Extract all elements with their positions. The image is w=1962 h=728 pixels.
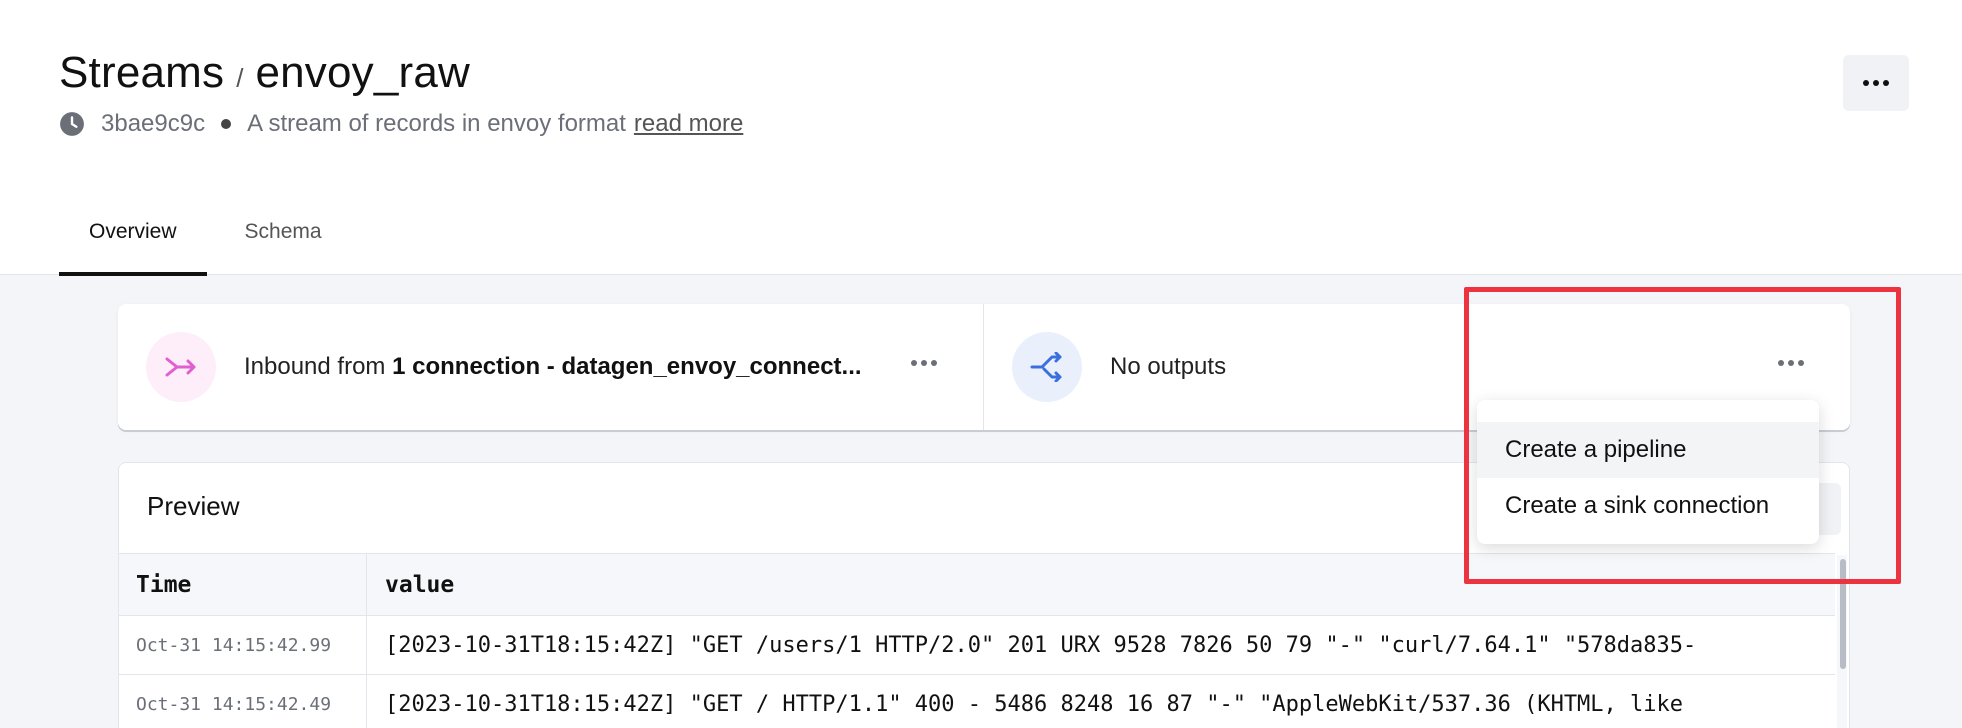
row-time: Oct-31 14:15:42.49	[119, 675, 367, 728]
tab-bar: Overview Schema	[59, 210, 352, 276]
more-actions-button[interactable]	[1843, 55, 1909, 111]
more-horizontal-icon	[1863, 80, 1889, 86]
row-value: [2023-10-31T18:15:42Z] "GET /users/1 HTT…	[385, 632, 1697, 658]
inbound-section: Inbound from 1 connection - datagen_envo…	[118, 304, 984, 430]
no-outputs-label: No outputs	[1110, 353, 1227, 380]
highlight-box	[1464, 287, 1901, 584]
column-header-time: Time	[119, 554, 367, 615]
breadcrumb-separator: /	[236, 63, 244, 93]
breadcrumb-streams-link[interactable]: Streams	[59, 48, 224, 98]
read-more-link[interactable]: read more	[634, 110, 743, 138]
clock-icon	[60, 112, 84, 136]
shuffle-icon	[1012, 332, 1082, 402]
row-time: Oct-31 14:15:42.99	[119, 616, 367, 674]
row-value: [2023-10-31T18:15:42Z] "GET / HTTP/1.1" …	[385, 691, 1684, 717]
breadcrumb: Streams / envoy_raw	[59, 48, 470, 98]
inbound-prefix: Inbound from	[244, 353, 386, 380]
stream-description: A stream of records in envoy format	[247, 110, 626, 137]
table-row[interactable]: Oct-31 14:15:42.49 [2023-10-31T18:15:42Z…	[119, 674, 1835, 728]
stream-meta: 3bae9c9c A stream of records in envoy fo…	[59, 110, 743, 138]
merge-arrow-icon	[146, 332, 216, 402]
tab-overview[interactable]: Overview	[59, 210, 207, 276]
separator-dot	[221, 119, 232, 129]
inbound-connection-link[interactable]: 1 connection - datagen_envoy_connect...	[392, 353, 861, 380]
page-header: Streams / envoy_raw 3bae9c9c A stream of…	[0, 0, 1962, 276]
preview-title: Preview	[147, 491, 240, 521]
tab-schema[interactable]: Schema	[207, 210, 352, 275]
inbound-text: Inbound from 1 connection - datagen_envo…	[244, 353, 862, 381]
table-row[interactable]: Oct-31 14:15:42.99 [2023-10-31T18:15:42Z…	[119, 615, 1835, 674]
version-hash: 3bae9c9c	[101, 110, 206, 137]
page-title: envoy_raw	[255, 48, 471, 97]
inbound-more-icon[interactable]	[911, 360, 937, 366]
